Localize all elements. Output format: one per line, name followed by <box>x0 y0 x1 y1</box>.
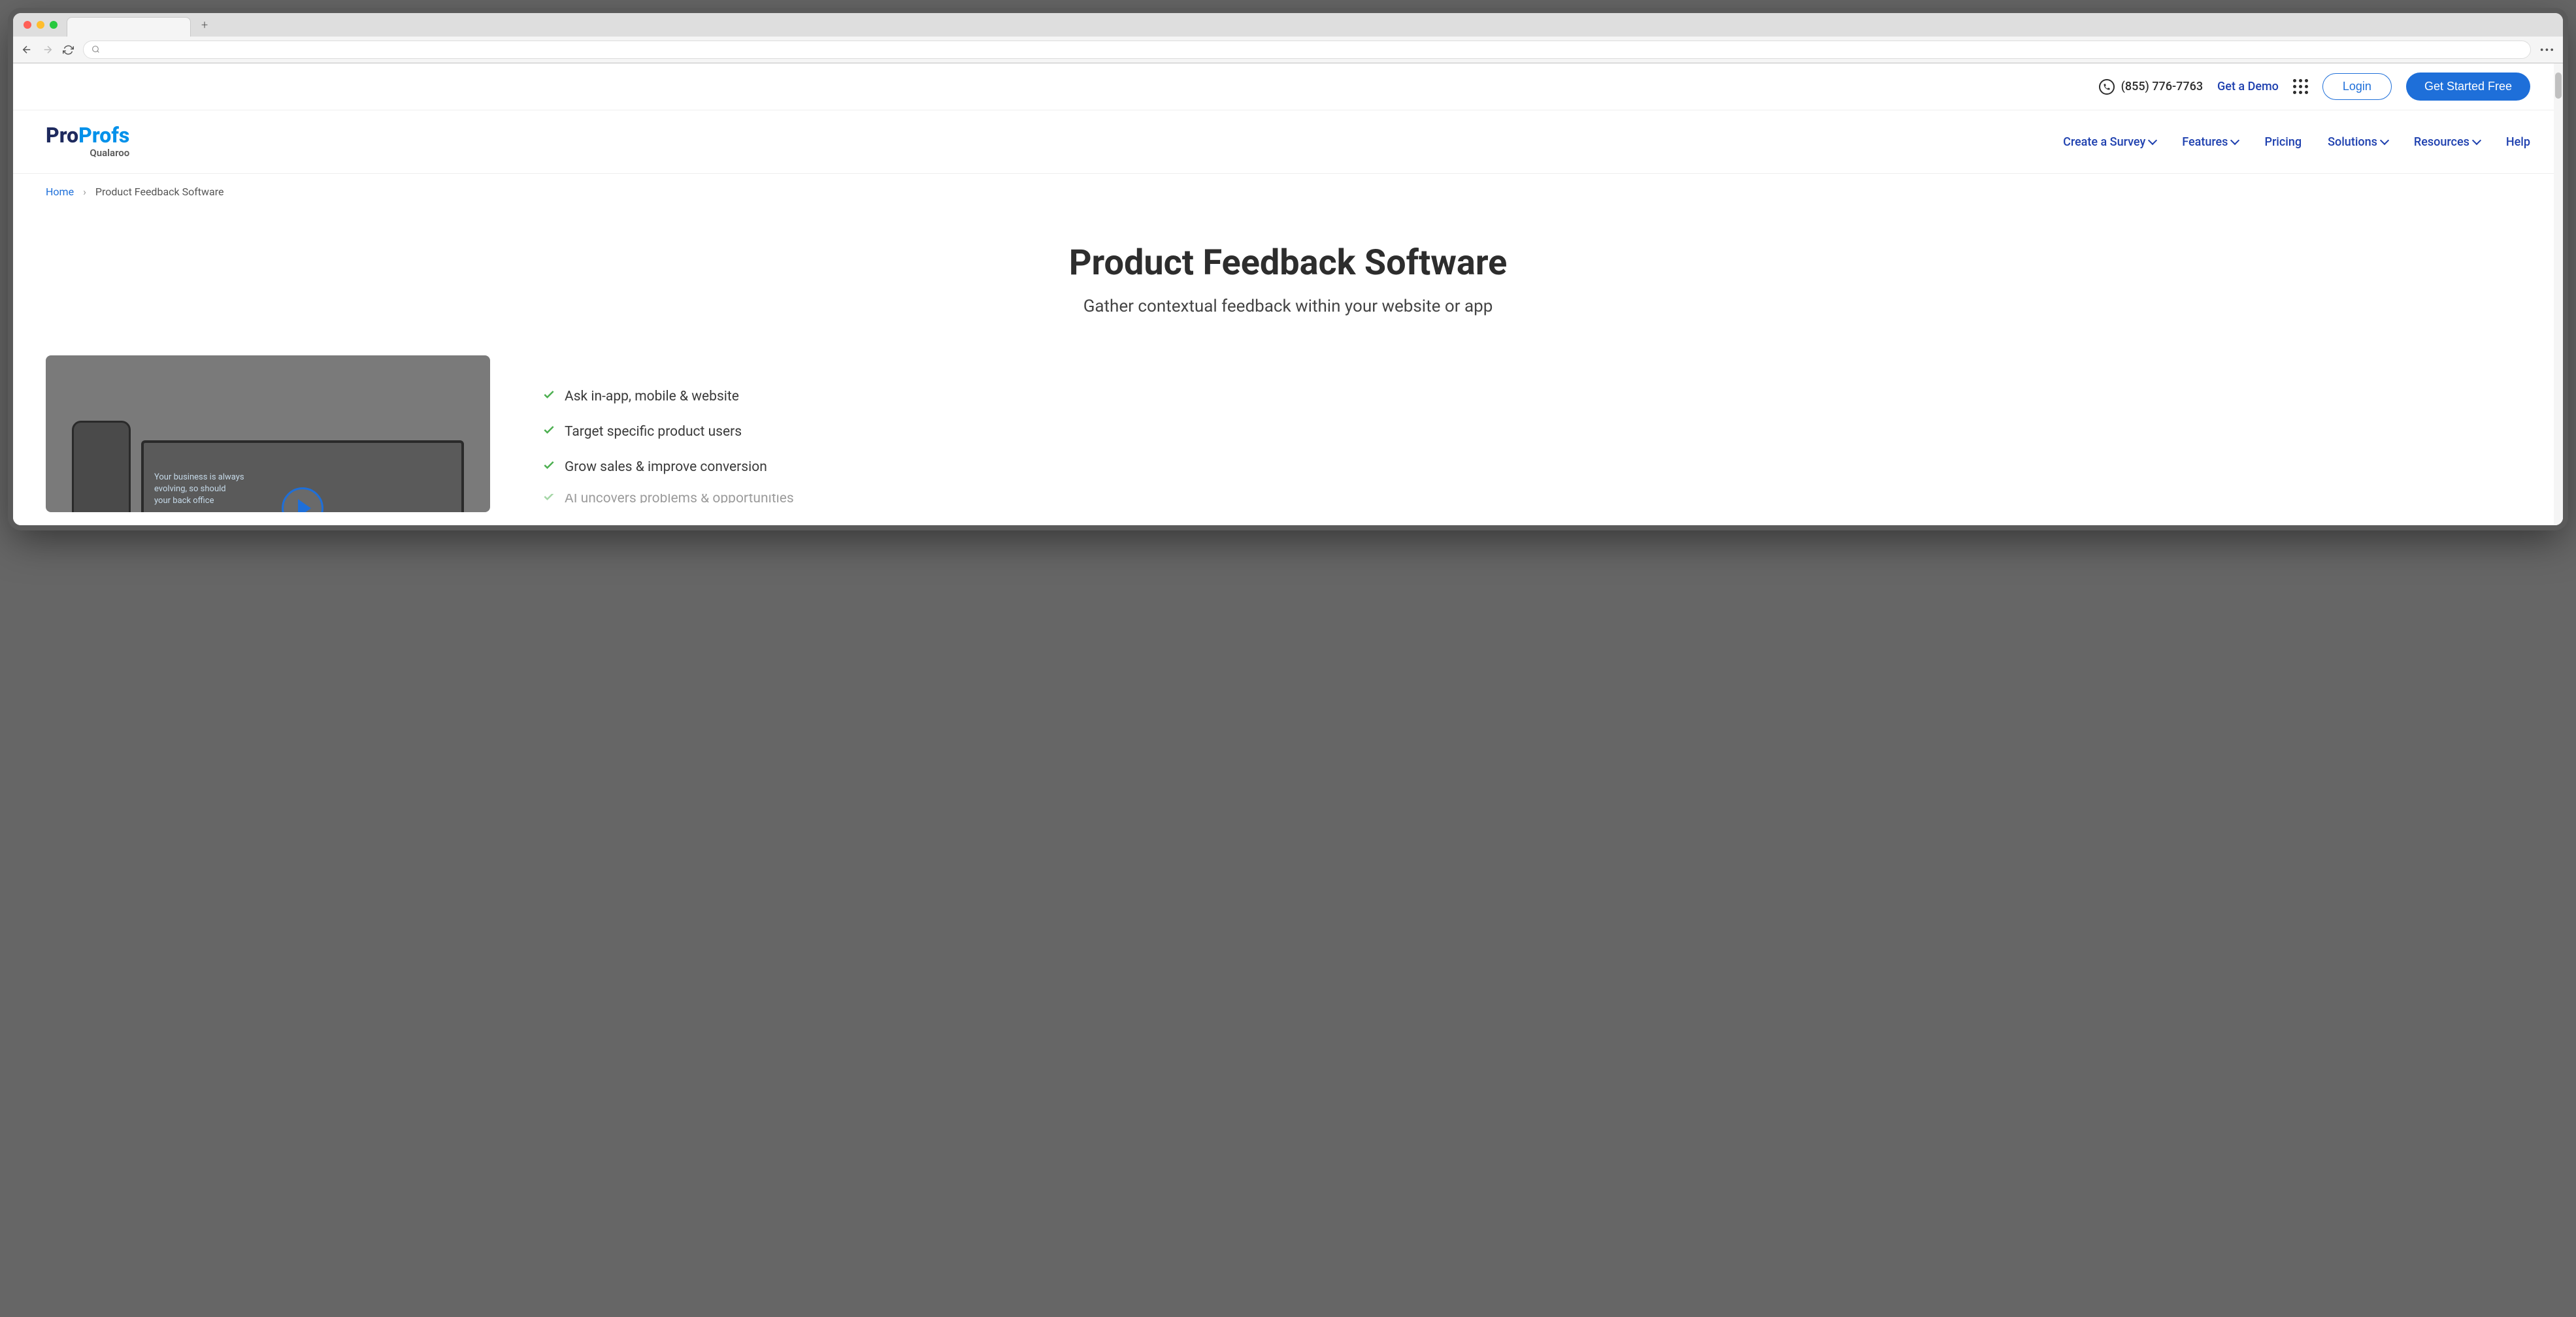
new-tab-button[interactable]: + <box>196 18 213 32</box>
benefit-item: AI uncovers problems & opportunities <box>542 494 794 503</box>
nav-resources[interactable]: Resources <box>2414 135 2480 149</box>
logo-subtitle: Qualaroo <box>46 147 129 159</box>
chevron-down-icon <box>2380 136 2389 145</box>
tab-bar: + <box>13 13 2563 37</box>
browser-menu-icon[interactable]: ••• <box>2540 44 2555 56</box>
browser-tab[interactable] <box>67 17 191 37</box>
content-row: Your business is always evolving, so sho… <box>13 342 2563 525</box>
video-preview[interactable]: Your business is always evolving, so sho… <box>46 355 490 512</box>
address-bar[interactable] <box>83 41 2531 59</box>
nav-solutions[interactable]: Solutions <box>2328 135 2388 149</box>
breadcrumb-current: Product Feedback Software <box>95 186 224 198</box>
laptop-mockup: Your business is always evolving, so sho… <box>141 440 464 512</box>
phone-number: (855) 776-7763 <box>2121 80 2203 93</box>
browser-chrome: + ••• <box>13 13 2563 63</box>
page-content: (855) 776-7763 Get a Demo Login Get Star… <box>13 63 2563 525</box>
benefits-list: Ask in-app, mobile & website Target spec… <box>542 355 794 503</box>
breadcrumb-separator: › <box>83 186 86 198</box>
nav-help[interactable]: Help <box>2506 135 2530 149</box>
main-nav: ProProfs Qualaroo Create a Survey Featur… <box>13 110 2563 174</box>
scrollbar-thumb[interactable] <box>2555 73 2562 99</box>
apps-grid-icon[interactable] <box>2293 79 2308 94</box>
phone-contact[interactable]: (855) 776-7763 <box>2099 79 2203 95</box>
maximize-window-icon[interactable] <box>50 21 58 29</box>
nav-pricing[interactable]: Pricing <box>2264 135 2302 149</box>
benefit-item: Ask in-app, mobile & website <box>542 388 794 405</box>
chevron-down-icon <box>2472 136 2481 145</box>
benefit-item: Grow sales & improve conversion <box>542 459 794 476</box>
benefit-item: Target specific product users <box>542 423 794 440</box>
page-title: Product Feedback Software <box>46 242 2530 284</box>
search-icon <box>91 44 100 56</box>
nav-create-survey[interactable]: Create a Survey <box>2063 135 2156 149</box>
device-mockup: Your business is always evolving, so sho… <box>72 408 464 512</box>
check-icon <box>542 494 555 503</box>
utility-bar: (855) 776-7763 Get a Demo Login Get Star… <box>13 63 2563 110</box>
window-controls <box>20 21 61 29</box>
browser-window: + ••• <box>13 13 2563 525</box>
nav-features[interactable]: Features <box>2182 135 2238 149</box>
demo-link[interactable]: Get a Demo <box>2217 80 2279 93</box>
logo[interactable]: ProProfs Qualaroo <box>46 125 129 159</box>
minimize-window-icon[interactable] <box>37 21 44 29</box>
breadcrumb-home[interactable]: Home <box>46 186 74 198</box>
check-icon <box>542 459 555 476</box>
phone-icon <box>2099 79 2115 95</box>
logo-text: ProProfs <box>46 125 129 146</box>
get-started-button[interactable]: Get Started Free <box>2406 73 2530 101</box>
video-teaser-text: Your business is always evolving, so sho… <box>154 472 244 508</box>
forward-button <box>42 44 54 56</box>
play-button[interactable] <box>282 487 323 512</box>
close-window-icon[interactable] <box>24 21 31 29</box>
address-bar-row: ••• <box>13 37 2563 63</box>
check-icon <box>542 388 555 405</box>
breadcrumb: Home › Product Feedback Software <box>13 174 2563 210</box>
play-icon <box>298 499 311 512</box>
check-icon <box>542 423 555 440</box>
hero: Product Feedback Software Gather context… <box>13 210 2563 342</box>
scrollbar-track[interactable] <box>2554 63 2563 525</box>
nav-links: Create a Survey Features Pricing Solutio… <box>2063 135 2530 149</box>
phone-mockup <box>72 421 131 512</box>
back-button[interactable] <box>21 44 33 56</box>
reload-button[interactable] <box>63 44 74 56</box>
page-subtitle: Gather contextual feedback within your w… <box>46 297 2530 316</box>
chevron-down-icon <box>2230 136 2239 145</box>
login-button[interactable]: Login <box>2322 73 2392 100</box>
chevron-down-icon <box>2148 136 2157 145</box>
